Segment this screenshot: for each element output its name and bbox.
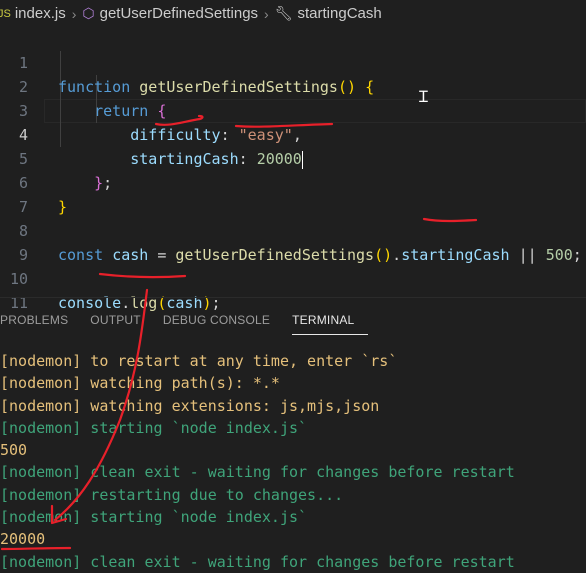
code-line: 10 console.log(cash); <box>0 243 586 312</box>
terminal-line: [nodemon] to restart at any time, enter … <box>0 352 398 370</box>
tab-problems[interactable]: PROBLEMS <box>0 306 82 334</box>
code-editor[interactable]: 1 function getUserDefinedSettings() { 2 … <box>0 27 586 312</box>
tab-terminal[interactable]: TERMINAL <box>292 306 369 335</box>
breadcrumb-property[interactable]: 🔧︎ startingCash <box>275 5 382 22</box>
breadcrumb-property-label: startingCash <box>297 5 382 22</box>
code-line: 11 <box>0 267 586 312</box>
terminal-line: [nodemon] starting `node index.js` <box>0 418 308 437</box>
breadcrumb-function-label: getUserDefinedSettings <box>99 5 259 22</box>
code-line: 5 }; <box>0 123 586 192</box>
terminal-line: [nodemon] watching path(s): *.* <box>0 374 280 393</box>
terminal-line: 20000 <box>0 530 46 549</box>
chevron-right-icon: › <box>71 5 77 22</box>
tab-output[interactable]: OUTPUT <box>90 306 155 334</box>
code-line: 6 } <box>0 147 586 216</box>
code-line: 1 function getUserDefinedSettings() { <box>0 27 586 96</box>
code-line: 4 startingCash: 20000 <box>0 99 586 169</box>
chevron-right-icon: › <box>264 5 269 22</box>
terminal-line: [nodemon] clean exit - waiting for chang… <box>0 463 515 482</box>
breadcrumb: JS index.js › ⬡ getUserDefinedSettings ›… <box>0 0 586 27</box>
js-file-icon: JS <box>0 7 11 20</box>
code-line: 8 const cash = getUserDefinedSettings().… <box>0 195 586 264</box>
terminal-line: 500 <box>0 441 28 460</box>
terminal-line: [nodemon] starting `node index.js` <box>0 508 308 527</box>
i-beam-cursor-icon: Ɪ <box>419 87 428 106</box>
breadcrumb-file[interactable]: JS index.js <box>0 5 66 22</box>
terminal-line: [nodemon] clean exit - waiting for chang… <box>0 552 515 571</box>
panel-divider <box>0 297 586 298</box>
code-line: 9 <box>0 219 586 264</box>
tab-debug-console[interactable]: DEBUG CONSOLE <box>163 306 284 334</box>
code-line: 2 return { <box>0 51 586 120</box>
terminal-line: [nodemon] watching extensions: js,mjs,js… <box>0 396 380 415</box>
code-line: 3 difficulty: "easy", <box>0 75 586 144</box>
panel-tabs: PROBLEMS OUTPUT DEBUG CONSOLE TERMINAL <box>0 306 376 336</box>
wrench-icon: 🔧︎ <box>274 5 293 21</box>
breadcrumb-file-label: index.js <box>14 5 66 22</box>
cube-icon: ⬡ <box>82 5 95 21</box>
terminal-output[interactable]: [nodemon] to restart at any time, enter … <box>0 350 586 573</box>
terminal-line: [nodemon] restarting due to changes... <box>0 485 344 504</box>
breadcrumb-function[interactable]: ⬡ getUserDefinedSettings <box>82 5 258 22</box>
code-line: 7 <box>0 171 586 216</box>
